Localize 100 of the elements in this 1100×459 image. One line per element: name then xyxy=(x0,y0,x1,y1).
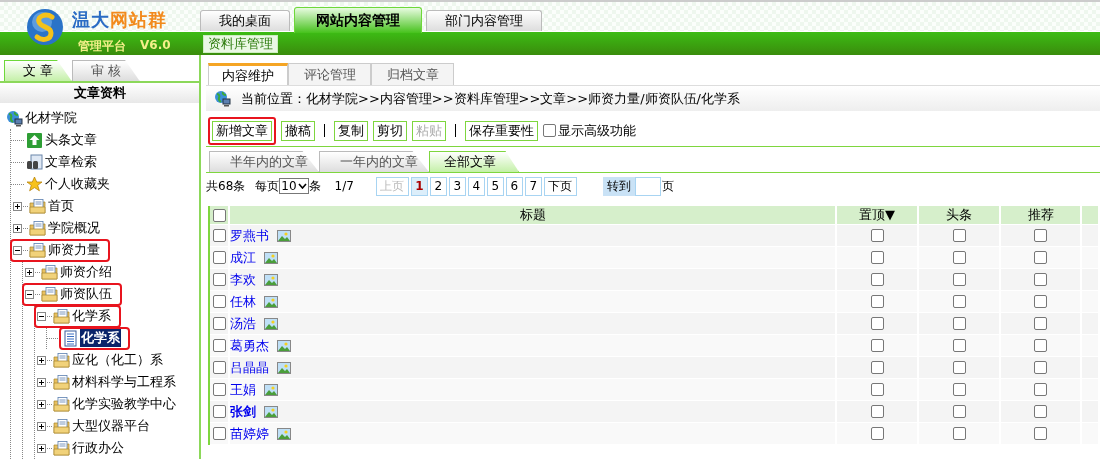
tree-item[interactable]: 化材学院 xyxy=(24,109,78,127)
column-header[interactable]: 置顶▼ xyxy=(859,206,895,224)
sidebar-tab[interactable]: 审 核 xyxy=(72,60,140,82)
checkbox[interactable] xyxy=(952,361,966,374)
tree-item[interactable]: 材料科学与工程系 xyxy=(71,373,177,391)
tree-item[interactable]: 头条文章 xyxy=(44,131,98,149)
page-button[interactable]: 7 xyxy=(524,176,542,196)
checkbox[interactable] xyxy=(870,427,884,440)
checkbox[interactable] xyxy=(870,295,884,308)
row-checkbox[interactable] xyxy=(212,427,226,440)
checkbox[interactable] xyxy=(543,124,556,137)
checkbox[interactable] xyxy=(1034,361,1047,374)
checkbox[interactable] xyxy=(870,339,884,352)
row-checkbox[interactable] xyxy=(212,361,226,374)
next-page-button[interactable]: 下页 xyxy=(543,176,577,196)
expand-icon[interactable] xyxy=(37,421,46,431)
expand-icon[interactable] xyxy=(25,267,34,277)
article-title-link[interactable]: 任林 xyxy=(230,292,256,311)
nav-tab[interactable]: 网站内容管理 xyxy=(294,7,422,33)
tree-item[interactable]: 文章检索 xyxy=(44,153,98,171)
tree-item[interactable]: 应化（化工）系 xyxy=(71,351,164,369)
article-title-link[interactable]: 李欢 xyxy=(230,270,256,289)
column-header[interactable]: 推荐 xyxy=(1027,206,1054,224)
tree-item[interactable]: 化学系 xyxy=(71,307,112,325)
expand-icon[interactable] xyxy=(37,377,46,387)
row-checkbox[interactable] xyxy=(212,317,226,330)
article-title-link[interactable]: 葛勇杰 xyxy=(230,336,269,355)
checkbox[interactable] xyxy=(870,229,884,242)
content-tab[interactable]: 内容维护 xyxy=(208,63,288,85)
goto-button[interactable]: 转到 xyxy=(602,176,635,196)
article-title-link[interactable]: 罗燕书 xyxy=(230,226,269,245)
toolbar-button[interactable]: 新增文章 xyxy=(212,120,272,141)
checkbox[interactable] xyxy=(1034,251,1047,264)
checkbox[interactable] xyxy=(870,361,884,374)
page-button[interactable]: 5 xyxy=(486,176,504,196)
per-page-select[interactable]: 10 xyxy=(279,178,309,194)
expand-icon[interactable] xyxy=(13,201,22,211)
checkbox[interactable] xyxy=(952,273,966,286)
article-title-link[interactable]: 苗婷婷 xyxy=(230,424,269,443)
range-tab[interactable]: 半年内的文章 xyxy=(209,151,319,172)
collapse-icon[interactable] xyxy=(25,289,34,299)
article-title-link[interactable]: 成江 xyxy=(230,248,256,267)
content-tab[interactable]: 归档文章 xyxy=(371,63,454,85)
checkbox[interactable] xyxy=(1034,339,1047,352)
collapse-icon[interactable] xyxy=(13,245,22,255)
nav-tab[interactable]: 部门内容管理 xyxy=(426,10,542,31)
column-header[interactable]: 标题 xyxy=(519,206,546,224)
content-tab[interactable]: 评论管理 xyxy=(288,63,371,85)
tree-item[interactable]: 师资队伍 xyxy=(59,285,113,303)
article-title-link[interactable]: 王娟 xyxy=(230,380,256,399)
checkbox[interactable] xyxy=(952,295,966,308)
row-checkbox[interactable] xyxy=(212,273,226,286)
checkbox[interactable] xyxy=(870,273,884,286)
checkbox[interactable] xyxy=(952,339,966,352)
row-checkbox[interactable] xyxy=(212,251,226,264)
page-button[interactable]: 2 xyxy=(429,176,447,196)
select-all-checkbox[interactable] xyxy=(212,208,226,222)
checkbox[interactable] xyxy=(1034,427,1047,440)
checkbox[interactable] xyxy=(952,405,966,418)
toolbar-button[interactable]: 撤稿 xyxy=(281,120,315,141)
toolbar-button[interactable]: 复制 xyxy=(334,120,368,141)
expand-icon[interactable] xyxy=(13,223,22,233)
page-button[interactable]: 4 xyxy=(467,176,485,196)
article-title-link[interactable]: 张剑 xyxy=(230,402,256,421)
row-checkbox[interactable] xyxy=(212,295,226,308)
expand-icon[interactable] xyxy=(37,355,46,365)
tree-item[interactable]: 师资介绍 xyxy=(59,263,113,281)
sub-nav-link[interactable]: 资料库管理 xyxy=(203,34,278,53)
checkbox[interactable] xyxy=(870,317,884,330)
sidebar-tab[interactable]: 文 章 xyxy=(4,60,72,82)
row-checkbox[interactable] xyxy=(212,339,226,352)
tree-item[interactable]: 化学实验教学中心 xyxy=(71,395,177,413)
page-button[interactable]: 1 xyxy=(410,176,428,196)
page-button[interactable]: 3 xyxy=(448,176,466,196)
checkbox[interactable] xyxy=(952,317,966,330)
tree-item[interactable]: 化学系 xyxy=(80,329,121,347)
column-header[interactable]: 头条 xyxy=(946,206,972,224)
checkbox[interactable] xyxy=(1034,383,1047,396)
toolbar-button[interactable]: 剪切 xyxy=(373,120,407,141)
tree-item[interactable]: 行政办公 xyxy=(71,439,125,457)
tree-item[interactable]: 个人收藏夹 xyxy=(44,175,111,193)
row-checkbox[interactable] xyxy=(212,229,226,242)
collapse-icon[interactable] xyxy=(37,311,46,321)
tree-item[interactable]: 首页 xyxy=(47,197,75,215)
article-title-link[interactable]: 汤浩 xyxy=(230,314,256,333)
checkbox[interactable] xyxy=(952,251,966,264)
expand-icon[interactable] xyxy=(37,443,46,453)
checkbox[interactable] xyxy=(952,229,966,242)
tree-item[interactable]: 学院概况 xyxy=(47,219,101,237)
checkbox[interactable] xyxy=(870,383,884,396)
row-checkbox[interactable] xyxy=(212,383,226,396)
checkbox[interactable] xyxy=(1034,229,1047,242)
article-title-link[interactable]: 吕晶晶 xyxy=(230,358,269,377)
checkbox[interactable] xyxy=(1034,317,1047,330)
checkbox[interactable] xyxy=(1034,273,1047,286)
checkbox[interactable] xyxy=(952,383,966,396)
checkbox[interactable] xyxy=(1034,405,1047,418)
page-button[interactable]: 6 xyxy=(505,176,523,196)
tree-item[interactable]: 师资力量 xyxy=(47,241,101,259)
page-input[interactable] xyxy=(634,176,661,196)
